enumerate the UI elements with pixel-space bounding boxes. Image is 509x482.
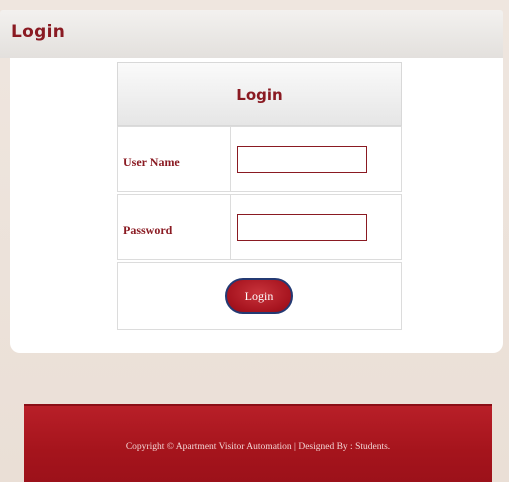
password-label-cell: Password xyxy=(118,195,231,259)
page-header: Login xyxy=(0,10,503,58)
username-label: User Name xyxy=(123,155,180,169)
username-row: User Name xyxy=(117,126,402,192)
login-button[interactable]: Login xyxy=(225,278,293,314)
page-background: Login Login User Name Password Login Cop… xyxy=(0,0,509,482)
footer-copyright: Copyright © Apartment Visitor Automation… xyxy=(125,442,391,452)
page-title: Login xyxy=(11,22,66,42)
page-footer: Copyright © Apartment Visitor Automation… xyxy=(24,404,492,482)
username-input[interactable] xyxy=(237,146,367,173)
password-input[interactable] xyxy=(237,214,367,241)
login-form: Login User Name Password Login xyxy=(117,62,402,335)
username-label-cell: User Name xyxy=(118,127,231,191)
submit-row: Login xyxy=(117,262,402,330)
login-form-title: Login xyxy=(236,86,283,104)
login-form-header: Login xyxy=(117,62,402,126)
password-label: Password xyxy=(123,223,173,237)
password-row: Password xyxy=(117,194,402,260)
